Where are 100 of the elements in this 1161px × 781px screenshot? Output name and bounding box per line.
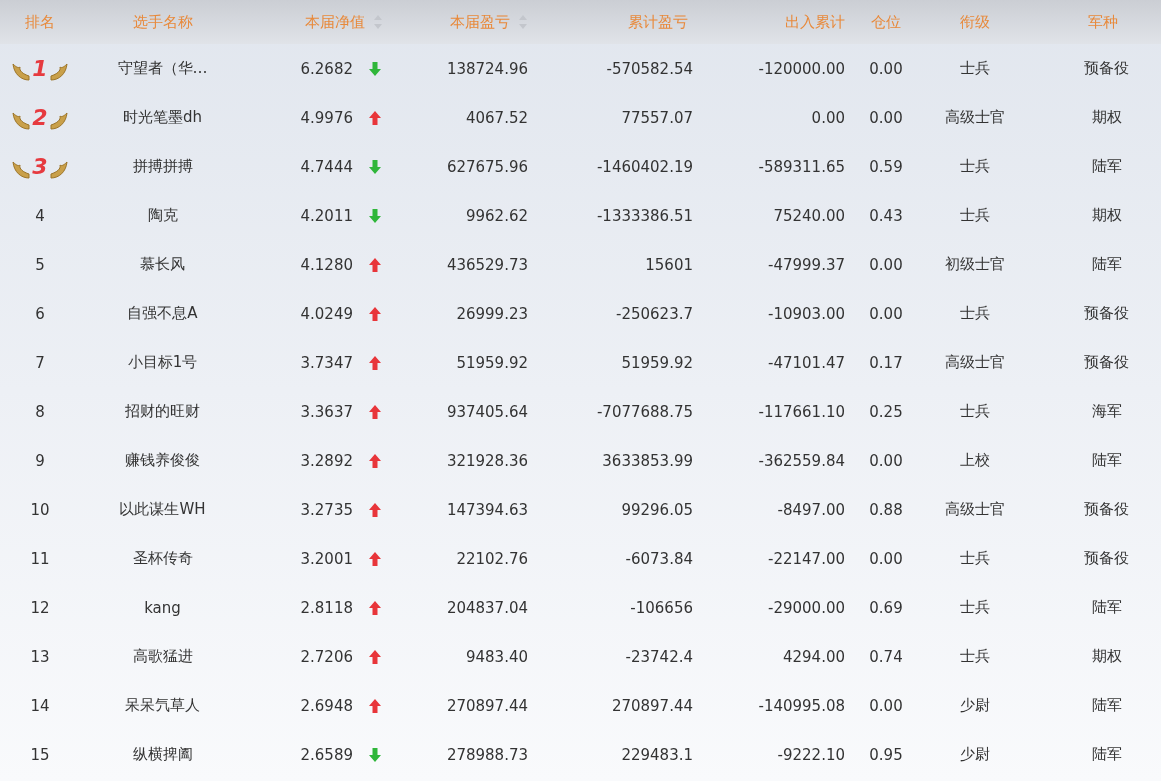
flow-value: -47101.47 [768,353,845,372]
rank-number: 9 [35,451,45,470]
flow-value: -9222.10 [777,745,845,764]
player-name: 陶克 [147,206,178,225]
net-value: 4.0249 [300,304,353,323]
column-header[interactable]: 本届净值 [305,12,365,32]
rank-number: 2 [32,105,48,130]
column-header: 选手名称 [132,12,193,32]
position-value: 0.59 [869,157,903,176]
net-value: 4.7444 [300,157,353,176]
branch-name: 预备役 [1084,500,1129,519]
player-name: 赚钱养俊俊 [125,451,200,470]
total-profit-value: -106656 [630,598,693,617]
position-value: 0.00 [869,255,903,274]
rank-title: 少尉 [960,696,990,715]
total-profit-value: -6073.84 [625,549,693,568]
branch-name: 预备役 [1084,549,1129,568]
position-value: 0.17 [869,353,903,372]
profit-value: 270897.44 [446,696,528,715]
player-name: 纵横捭阖 [132,745,193,764]
branch-name: 陆军 [1091,598,1122,617]
total-profit-value: 99296.05 [621,500,693,519]
column-header: 排名 [25,12,55,32]
rank-number: 6 [35,304,45,323]
net-value: 3.7347 [300,353,353,372]
column-header: 衔级 [960,12,990,32]
rank-title: 士兵 [960,157,990,176]
rank-number: 15 [30,745,50,764]
rank-title: 士兵 [960,206,990,225]
branch-name: 期权 [1091,647,1122,666]
branch-name: 期权 [1091,108,1122,127]
rank-number: 8 [35,402,45,421]
rank-title: 高级士官 [945,108,1005,127]
total-profit-value: 15601 [645,255,693,274]
rank-title: 士兵 [960,402,990,421]
profit-value: 937405.64 [446,402,528,421]
position-value: 0.00 [869,549,903,568]
net-value: 4.2011 [300,206,353,225]
net-value: 4.1280 [300,255,353,274]
position-value: 0.74 [869,647,903,666]
profit-value: 26999.23 [456,304,528,323]
net-value: 2.8118 [300,598,353,617]
position-value: 0.43 [869,206,903,225]
branch-name: 陆军 [1091,157,1122,176]
player-name: 自强不息A [127,304,198,323]
rank-number: 1 [32,56,48,81]
rank-number: 12 [30,598,50,617]
flow-value: -8497.00 [777,500,845,519]
branch-name: 预备役 [1084,353,1129,372]
net-value: 3.2001 [300,549,353,568]
player-name: 守望者（华… [117,59,208,78]
branch-name: 预备役 [1084,304,1129,323]
total-profit-value: -1333386.51 [596,206,693,225]
profit-value: 138724.96 [446,59,528,78]
flow-value: -22147.00 [768,549,845,568]
position-value: 0.25 [869,402,903,421]
rank-number: 14 [30,696,50,715]
branch-name: 期权 [1091,206,1122,225]
flow-value: -29000.00 [768,598,845,617]
profit-value: 4067.52 [465,108,528,127]
rank-title: 士兵 [960,59,990,78]
net-value: 3.3637 [300,402,353,421]
net-value: 3.2892 [300,451,353,470]
total-profit-value: -1460402.19 [596,157,693,176]
rank-number: 3 [32,154,48,179]
column-header: 出入累计 [785,12,845,32]
player-name: 小目标1号 [127,353,198,372]
rank-number: 7 [35,353,45,372]
rank-number: 11 [30,549,50,568]
net-value: 3.2735 [300,500,353,519]
flow-value: -362559.84 [758,451,845,470]
profit-value: 627675.96 [446,157,528,176]
total-profit-value: 3633853.99 [602,451,693,470]
total-profit-value: -7077688.75 [596,402,693,421]
rank-title: 士兵 [960,598,990,617]
rank-title: 上校 [960,451,990,470]
flow-value: -10903.00 [768,304,845,323]
player-name: 以此谋生WH [119,500,206,519]
column-header[interactable]: 本届盈亏 [450,12,510,32]
position-value: 0.00 [869,451,903,470]
player-name: 慕长风 [140,255,185,274]
branch-name: 海军 [1091,402,1122,421]
position-value: 0.00 [869,696,903,715]
profit-value: 22102.76 [456,549,528,568]
rank-title: 少尉 [960,745,990,764]
branch-name: 陆军 [1091,745,1122,764]
total-profit-value: 51959.92 [621,353,693,372]
column-header: 仓位 [871,12,901,32]
position-value: 0.00 [869,59,903,78]
rank-title: 士兵 [960,647,990,666]
branch-name: 预备役 [1084,59,1129,78]
position-value: 0.88 [869,500,903,519]
total-profit-value: -570582.54 [606,59,693,78]
total-profit-value: -23742.4 [625,647,693,666]
net-value: 6.2682 [300,59,353,78]
rank-title: 士兵 [960,549,990,568]
branch-name: 陆军 [1091,255,1122,274]
player-name: 呆呆氕草人 [125,696,200,715]
player-name: 招财的旺财 [125,402,200,421]
position-value: 0.69 [869,598,903,617]
